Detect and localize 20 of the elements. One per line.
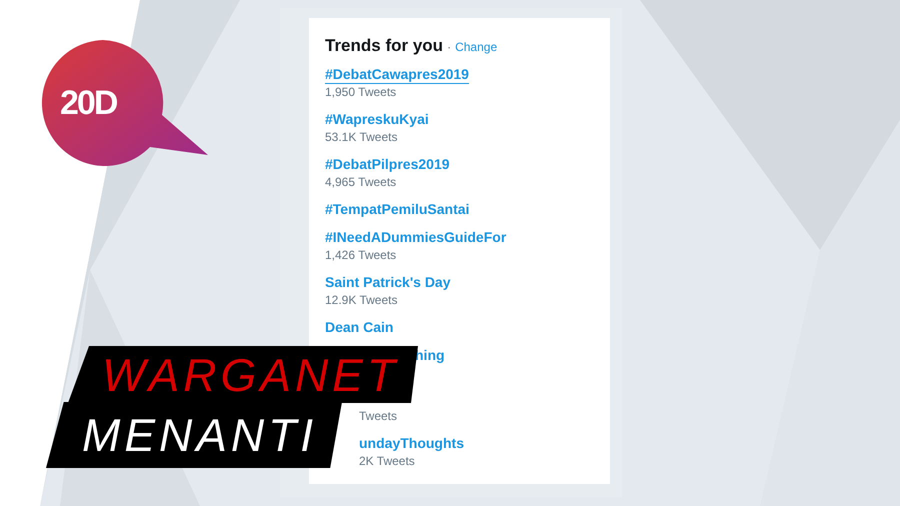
panel-title: Trends for you — [325, 36, 444, 56]
tweet-count: 12.9K Tweets — [325, 292, 398, 309]
tweet-count: 4,965 Tweets — [325, 174, 398, 191]
trend-link[interactable]: #TempatPemiluSantai — [325, 200, 470, 219]
tweet-count: 1,426 Tweets — [325, 247, 398, 264]
tweet-count: 1,950 Tweets — [325, 84, 398, 101]
trend-link[interactable]: undayThoughts — [359, 434, 464, 453]
trend-link[interactable]: #DebatPilpres2019 — [325, 155, 450, 174]
headline-banner: MENANTI — [46, 402, 342, 468]
tweet-count: 53.1K Tweets — [325, 129, 398, 146]
trend-link[interactable]: Dean Cain — [325, 318, 394, 337]
tweet-count: Tweets — [359, 408, 398, 425]
trend-link[interactable]: #DebatCawapres2019 — [325, 65, 469, 84]
change-link[interactable]: Change — [455, 40, 498, 54]
separator: · — [447, 40, 452, 54]
trend-link[interactable]: #INeedADummiesGuideFor — [325, 228, 506, 247]
logo-text: 20D — [60, 84, 116, 123]
tweet-count: 2K Tweets — [359, 453, 416, 470]
trend-link[interactable]: Saint Patrick's Day — [325, 273, 451, 292]
trend-link[interactable]: #WapreskuKyai — [325, 110, 429, 129]
